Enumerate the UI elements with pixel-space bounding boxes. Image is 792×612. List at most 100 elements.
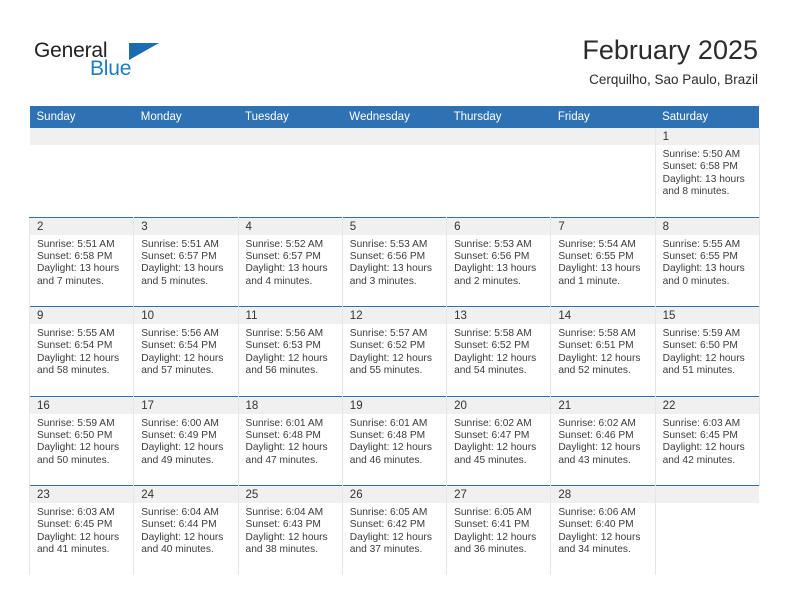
day-cell-inner: 5 Sunrise: 5:53 AM Sunset: 6:56 PM Daylight… (342, 217, 447, 307)
calendar-day-cell[interactable]: 6 Sunrise: 5:53 AM Sunset: 6:56 PM Daylight… (446, 216, 552, 307)
day-number: 27 (447, 486, 551, 503)
daylight-text: and 1 minute. (558, 275, 621, 287)
sunrise-text: Sunrise: 6:04 AM (141, 507, 219, 518)
sunset-text: Sunset: 6:43 PM (245, 519, 321, 531)
day-sun-info: Sunrise: 6:04 AM Sunset: 6:44 PM Daylight:… (134, 503, 237, 557)
calendar-empty-cell (550, 128, 656, 217)
daylight-text: and 2 minutes. (454, 275, 521, 287)
calendar-day-cell[interactable]: 10 Sunrise: 5:56 AM Sunset: 6:54 PM Dayligh… (133, 306, 239, 396)
daylight-text: Daylight: 12 hours (245, 531, 328, 543)
daylight-text: and 41 minutes. (37, 544, 110, 556)
day-cell-inner (342, 128, 447, 217)
calendar-day-cell[interactable]: 12 Sunrise: 5:57 AM Sunset: 6:52 PM Dayligh… (341, 306, 448, 396)
sunset-text: Sunset: 6:58 PM (662, 161, 738, 173)
calendar-day-cell[interactable]: 25 Sunrise: 6:04 AM Sunset: 6:43 PM Dayligh… (237, 485, 343, 575)
day-cell-inner: 7 Sunrise: 5:54 AM Sunset: 6:55 PM Daylight… (551, 217, 655, 307)
calendar-grid: Sunday Monday Tuesday Wednesday Thursday… (28, 106, 760, 575)
day-number (550, 128, 655, 145)
calendar-week-row: 1 Sunrise: 5:50 AM Sunset: 6:58 PM Daylight… (29, 128, 760, 217)
calendar-day-cell[interactable]: 14 Sunrise: 5:58 AM Sunset: 6:51 PM Dayligh… (550, 306, 656, 396)
calendar-day-cell[interactable]: 24 Sunrise: 6:04 AM Sunset: 6:44 PM Dayligh… (133, 485, 239, 575)
calendar-day-cell[interactable]: 2 Sunrise: 5:51 AM Sunset: 6:58 PM Daylight… (28, 216, 135, 307)
sunrise-text: Sunrise: 5:51 AM (141, 238, 219, 250)
calendar-day-cell[interactable]: 1 Sunrise: 5:50 AM Sunset: 6:58 PM Daylight… (654, 128, 760, 217)
calendar-day-cell[interactable]: 5 Sunrise: 5:53 AM Sunset: 6:56 PM Daylight… (341, 216, 448, 307)
calendar-day-cell[interactable]: 3 Sunrise: 5:51 AM Sunset: 6:57 PM Daylight… (133, 216, 239, 307)
daylight-text: Daylight: 13 hours (37, 263, 120, 275)
day-cell-inner: 16 Sunrise: 5:59 AM Sunset: 6:50 PM Dayligh… (30, 396, 134, 486)
calendar-day-cell[interactable]: 28 Sunrise: 6:06 AM Sunset: 6:40 PM Dayligh… (550, 485, 656, 575)
sunset-text: Sunset: 6:50 PM (662, 340, 738, 352)
calendar-day-cell[interactable]: 23 Sunrise: 6:03 AM Sunset: 6:45 PM Dayligh… (28, 485, 135, 575)
day-sun-info: Sunrise: 5:59 AM Sunset: 6:50 PM Daylight:… (30, 414, 133, 468)
calendar-day-cell[interactable]: 9 Sunrise: 5:55 AM Sunset: 6:54 PM Daylight… (28, 306, 135, 396)
calendar-day-cell[interactable]: 20 Sunrise: 6:02 AM Sunset: 6:47 PM Dayligh… (446, 395, 552, 486)
calendar-day-cell[interactable]: 16 Sunrise: 5:59 AM Sunset: 6:50 PM Dayligh… (28, 395, 135, 486)
weekday-header-monday: Monday (133, 106, 239, 128)
daylight-text: Daylight: 12 hours (245, 352, 328, 364)
day-sun-info: Sunrise: 5:52 AM Sunset: 6:57 PM Daylight:… (239, 235, 342, 289)
sunrise-text: Sunrise: 5:55 AM (662, 238, 741, 250)
sunset-text: Sunset: 6:48 PM (349, 429, 426, 441)
sunset-text: Sunset: 6:54 PM (37, 340, 113, 352)
sunrise-text: Sunrise: 6:00 AM (141, 417, 219, 429)
calendar-day-cell[interactable]: 18 Sunrise: 6:01 AM Sunset: 6:48 PM Dayligh… (237, 395, 343, 486)
day-sun-info: Sunrise: 5:51 AM Sunset: 6:57 PM Daylight:… (134, 235, 237, 289)
sunrise-text: Sunrise: 5:55 AM (37, 328, 115, 339)
daylight-text: and 42 minutes. (662, 454, 736, 466)
daylight-text: Daylight: 12 hours (245, 442, 328, 454)
daylight-text: Daylight: 12 hours (141, 531, 224, 543)
calendar-day-cell[interactable]: 22 Sunrise: 6:03 AM Sunset: 6:45 PM Dayligh… (654, 395, 760, 486)
calendar-day-cell[interactable]: 27 Sunrise: 6:05 AM Sunset: 6:41 PM Dayligh… (446, 485, 552, 575)
sunrise-text: Sunrise: 5:57 AM (349, 328, 428, 339)
day-cell-inner: 12 Sunrise: 5:57 AM Sunset: 6:52 PM Dayligh… (342, 307, 447, 396)
day-sun-info: Sunrise: 6:00 AM Sunset: 6:49 PM Daylight:… (134, 414, 237, 468)
calendar-day-cell[interactable]: 26 Sunrise: 6:05 AM Sunset: 6:42 PM Dayligh… (341, 485, 448, 575)
day-cell-inner: 20 Sunrise: 6:02 AM Sunset: 6:47 PM Dayligh… (447, 396, 551, 486)
daylight-text: and 57 minutes. (141, 365, 214, 377)
daylight-text: and 55 minutes. (349, 365, 423, 377)
sunset-text: Sunset: 6:47 PM (454, 429, 530, 441)
calendar-day-cell[interactable]: 19 Sunrise: 6:01 AM Sunset: 6:48 PM Dayligh… (341, 395, 448, 486)
daylight-text: and 49 minutes. (141, 454, 214, 466)
weekday-header-sunday: Sunday (29, 106, 134, 128)
daylight-text: and 46 minutes. (349, 454, 423, 466)
day-sun-info: Sunrise: 5:56 AM Sunset: 6:54 PM Daylight:… (134, 324, 237, 378)
calendar-day-cell[interactable]: 15 Sunrise: 5:59 AM Sunset: 6:50 PM Dayligh… (654, 306, 760, 396)
day-number: 2 (30, 217, 134, 235)
day-sun-info: Sunrise: 5:56 AM Sunset: 6:53 PM Daylight:… (239, 324, 342, 378)
title-block: February 2025 Cerquilho, Sao Paulo, Braz… (582, 34, 758, 90)
calendar-empty-cell (238, 128, 343, 217)
day-number (29, 128, 134, 145)
day-cell-inner: 9 Sunrise: 5:55 AM Sunset: 6:54 PM Daylight… (30, 307, 134, 396)
daylight-text: and 5 minutes. (141, 275, 209, 287)
sunset-text: Sunset: 6:45 PM (662, 429, 738, 441)
calendar-day-cell[interactable]: 21 Sunrise: 6:02 AM Sunset: 6:46 PM Dayligh… (550, 395, 656, 486)
day-cell-inner: 25 Sunrise: 6:04 AM Sunset: 6:43 PM Dayligh… (238, 486, 342, 575)
calendar-day-cell[interactable]: 8 Sunrise: 5:55 AM Sunset: 6:55 PM Daylight… (654, 216, 760, 307)
calendar-day-cell[interactable]: 17 Sunrise: 6:00 AM Sunset: 6:49 PM Dayligh… (133, 395, 239, 486)
calendar-header-row: Sunday Monday Tuesday Wednesday Thursday… (29, 106, 760, 128)
sunrise-text: Sunrise: 6:02 AM (558, 417, 636, 429)
calendar-day-cell[interactable]: 4 Sunrise: 5:52 AM Sunset: 6:57 PM Daylight… (237, 216, 343, 307)
sunset-text: Sunset: 6:46 PM (558, 429, 634, 441)
daylight-text: Daylight: 12 hours (37, 531, 120, 543)
calendar-week-row: 16 Sunrise: 5:59 AM Sunset: 6:50 PM Dayligh… (28, 395, 760, 486)
calendar-day-cell[interactable]: 13 Sunrise: 5:58 AM Sunset: 6:52 PM Dayligh… (446, 306, 552, 396)
day-sun-info: Sunrise: 5:50 AM Sunset: 6:58 PM Daylight:… (656, 145, 759, 199)
day-number: 16 (30, 396, 134, 414)
day-cell-inner (238, 128, 343, 217)
daylight-text: and 37 minutes. (349, 544, 423, 556)
day-number: 19 (342, 396, 447, 414)
day-cell-inner: 13 Sunrise: 5:58 AM Sunset: 6:52 PM Dayligh… (447, 307, 551, 396)
daylight-text: Daylight: 12 hours (558, 442, 641, 454)
day-number: 23 (30, 486, 134, 503)
day-number: 1 (655, 128, 759, 145)
day-cell-inner: 18 Sunrise: 6:01 AM Sunset: 6:48 PM Dayligh… (238, 396, 342, 486)
day-cell-inner: 11 Sunrise: 5:56 AM Sunset: 6:53 PM Dayligh… (238, 307, 342, 396)
calendar-day-cell[interactable]: 11 Sunrise: 5:56 AM Sunset: 6:53 PM Dayligh… (237, 306, 343, 396)
weekday-header-friday: Friday (550, 106, 656, 128)
sunset-text: Sunset: 6:57 PM (141, 250, 217, 262)
sunset-text: Sunset: 6:57 PM (245, 250, 321, 262)
calendar-day-cell[interactable]: 7 Sunrise: 5:54 AM Sunset: 6:55 PM Daylight… (550, 216, 656, 307)
